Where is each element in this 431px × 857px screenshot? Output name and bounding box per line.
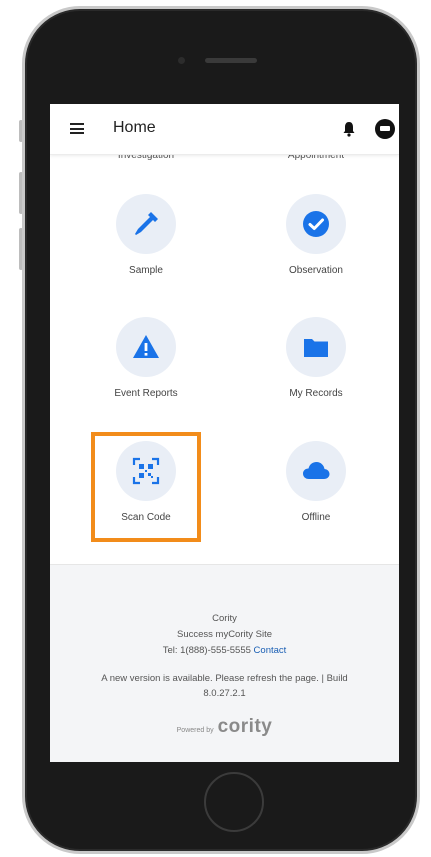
update-notice: A new version is available. Please refre… (101, 673, 348, 684)
footer-company: Cority (212, 613, 237, 624)
tile-offline[interactable]: Offline (256, 441, 376, 523)
app-screen: Home Investigation Appointment Sample Ob… (50, 104, 399, 762)
tile-icon-circle (116, 194, 176, 254)
page-title: Home (113, 119, 156, 136)
user-avatar-icon[interactable] (375, 119, 395, 139)
contact-link[interactable]: Contact (254, 645, 287, 656)
tile-observation[interactable]: Observation (256, 194, 376, 276)
front-camera (178, 57, 185, 64)
app-footer: Cority Success myCority Site Tel: 1(888)… (50, 564, 399, 762)
scan-code-highlight-box (91, 432, 201, 542)
warning-icon (133, 335, 159, 358)
tile-label: Offline (301, 512, 331, 523)
footer-site: Success myCority Site (176, 629, 273, 640)
app-header: Home (50, 104, 399, 155)
bell-icon[interactable] (342, 121, 356, 137)
home-button[interactable] (204, 772, 264, 832)
powered-by: Powered by cority (50, 716, 399, 738)
tile-event-reports[interactable]: Event Reports (86, 317, 206, 399)
hamburger-menu-icon[interactable] (70, 123, 84, 134)
tile-label: Sample (129, 265, 163, 276)
tile-label: Event Reports (114, 388, 178, 399)
tile-icon-circle (286, 317, 346, 377)
build-number: 8.0.27.2.1 (203, 688, 246, 699)
footer-tel: Tel: 1(888)-555-5555 (162, 645, 251, 656)
powered-by-label: Powered by (176, 727, 214, 734)
tile-icon-circle (286, 441, 346, 501)
folder-icon (304, 339, 328, 357)
tile-my-records[interactable]: My Records (256, 317, 376, 399)
tile-icon-circle (286, 194, 346, 254)
footer-contact-line: Tel: 1(888)-555-5555 Contact (50, 645, 399, 657)
tile-sample[interactable]: Sample (86, 194, 206, 276)
tile-label: Observation (289, 265, 343, 276)
dropper-icon (135, 212, 158, 235)
tile-icon-circle (116, 317, 176, 377)
cority-logo: cority (217, 716, 273, 737)
earpiece-speaker (205, 58, 257, 63)
check-circle-icon (303, 211, 329, 237)
cloud-icon (303, 462, 330, 479)
tile-label: My Records (289, 388, 343, 399)
